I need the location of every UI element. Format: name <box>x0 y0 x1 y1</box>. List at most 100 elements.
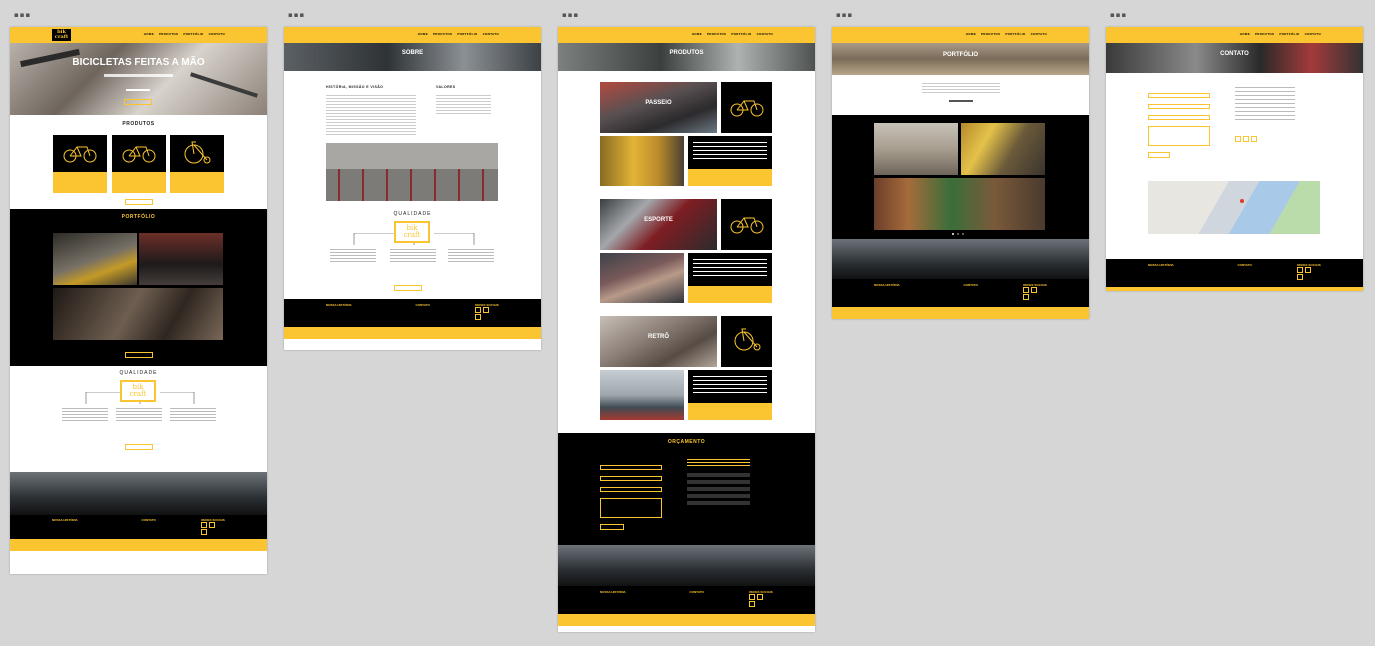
footer-col: NOSSA HISTÓRIA <box>52 518 78 522</box>
quality-button[interactable] <box>394 285 422 291</box>
form-textarea[interactable] <box>1148 126 1210 146</box>
nav-item[interactable]: PORTFÓLIO <box>457 32 477 36</box>
site-header: HOME PRODUTOS PORTFÓLIO CONTATO <box>558 27 815 43</box>
product-block: ESPORTE <box>558 188 815 305</box>
nav-item[interactable]: CONTATO <box>483 32 499 36</box>
site-footer: NOSSA HISTÓRIA CONTATO REDES SOCIAIS <box>10 515 267 539</box>
nav-item[interactable]: PRODUTOS <box>1255 32 1274 36</box>
about-photo <box>326 143 498 201</box>
portfolio-photo[interactable] <box>874 178 1045 230</box>
product-block: PASSEIO <box>558 71 815 188</box>
products-button[interactable] <box>125 199 153 205</box>
map-pin-icon[interactable] <box>1240 199 1244 203</box>
artboard-produtos[interactable]: HOME PRODUTOS PORTFÓLIO CONTATO PRODUTOS… <box>558 27 815 632</box>
nav-item[interactable]: CONTATO <box>757 32 773 36</box>
instagram-icon[interactable] <box>209 522 216 528</box>
artboard-contato[interactable]: HOME PRODUTOS PORTFÓLIO CONTATO CONTATO <box>1106 27 1363 291</box>
nav-item[interactable]: HOME <box>418 32 428 36</box>
product-card[interactable] <box>53 135 107 193</box>
facebook-icon[interactable] <box>1023 287 1030 293</box>
twitter-icon[interactable] <box>1251 136 1257 142</box>
portfolio-photo[interactable] <box>961 123 1045 175</box>
facebook-icon[interactable] <box>1297 267 1304 273</box>
portfolio-photo[interactable] <box>874 123 958 175</box>
main-nav: HOME PRODUTOS PORTFÓLIO CONTATO <box>1240 32 1321 36</box>
hero-banner: BICICLETAS FEITAS A MÃO <box>10 43 267 115</box>
nav-item[interactable]: PORTFÓLIO <box>1279 32 1299 36</box>
portfolio-button[interactable] <box>125 352 153 358</box>
nav-item[interactable]: PRODUTOS <box>707 32 726 36</box>
portfolio-gallery <box>832 115 1089 239</box>
nav-item[interactable]: PRODUTOS <box>981 32 1000 36</box>
instagram-icon[interactable] <box>1305 267 1312 273</box>
carousel-dots[interactable] <box>952 233 964 235</box>
nav-item[interactable]: CONTATO <box>1031 32 1047 36</box>
product-card[interactable] <box>112 135 166 193</box>
form-input[interactable] <box>1148 115 1210 120</box>
nav-item[interactable]: HOME <box>144 32 154 36</box>
artboard-home[interactable]: bik craft HOME PRODUTOS PORTFÓLIO CONTATO… <box>10 27 267 574</box>
portfolio-photo[interactable] <box>53 288 223 340</box>
nav-item[interactable]: HOME <box>1240 32 1250 36</box>
twitter-icon[interactable] <box>749 601 756 607</box>
portfolio-photo[interactable] <box>53 233 137 285</box>
footer-col: CONTATO <box>1237 263 1252 267</box>
section-title: QUALIDADE <box>393 211 432 217</box>
facebook-icon[interactable] <box>475 307 482 313</box>
portfolio-photo[interactable] <box>139 233 223 285</box>
nav-item[interactable]: HOME <box>966 32 976 36</box>
twitter-icon[interactable] <box>1297 274 1304 280</box>
product-photo[interactable]: PASSEIO <box>600 82 717 133</box>
facebook-icon[interactable] <box>201 522 208 528</box>
bicycle-icon <box>122 146 156 163</box>
quality-button[interactable] <box>125 444 153 450</box>
nav-item[interactable]: PORTFÓLIO <box>1005 32 1025 36</box>
instagram-icon[interactable] <box>757 594 764 600</box>
instagram-icon[interactable] <box>1243 136 1249 142</box>
penny-farthing-icon <box>734 328 761 351</box>
product-description <box>688 253 772 285</box>
footer-col: REDES SOCIAIS <box>749 590 773 610</box>
artboard-sobre[interactable]: HOME PRODUTOS PORTFÓLIO CONTATO SOBRE HI… <box>284 27 541 350</box>
nav-item[interactable]: PORTFÓLIO <box>731 32 751 36</box>
nav-item[interactable]: HOME <box>692 32 702 36</box>
instagram-icon[interactable] <box>1031 287 1038 293</box>
hero-link[interactable] <box>126 89 150 91</box>
hero-button[interactable] <box>124 99 152 105</box>
facebook-icon[interactable] <box>749 594 756 600</box>
footer-col: REDES SOCIAIS <box>201 518 225 536</box>
quote-section: ORÇAMENTO <box>558 433 815 545</box>
twitter-icon[interactable] <box>201 529 208 535</box>
form-input[interactable] <box>600 465 662 470</box>
board-label: ▪▪▪ <box>562 11 580 19</box>
twitter-icon[interactable] <box>1023 294 1030 300</box>
form-submit[interactable] <box>1148 152 1170 158</box>
facebook-icon[interactable] <box>1235 136 1241 142</box>
form-input[interactable] <box>600 476 662 481</box>
history-title: HISTÓRIA, MISSÃO E VISÃO <box>326 85 384 89</box>
form-input[interactable] <box>1148 104 1210 109</box>
instagram-icon[interactable] <box>483 307 490 313</box>
contact-section <box>1106 73 1363 267</box>
map[interactable] <box>1148 181 1320 234</box>
twitter-icon[interactable] <box>475 314 482 320</box>
footer-col: NOSSA HISTÓRIA <box>600 590 626 594</box>
site-logo[interactable]: bik craft <box>52 29 71 41</box>
footer-col: REDES SOCIAIS <box>475 303 499 323</box>
section-title: QUALIDADE <box>119 370 158 376</box>
quality-item <box>390 249 436 263</box>
form-input[interactable] <box>1148 93 1210 98</box>
artboard-portfolio[interactable]: HOME PRODUTOS PORTFÓLIO CONTATO PORTFÓLI… <box>832 27 1089 319</box>
form-submit[interactable] <box>600 524 624 530</box>
nav-item[interactable]: PRODUTOS <box>159 32 178 36</box>
nav-item[interactable]: CONTATO <box>209 32 225 36</box>
product-card[interactable] <box>170 135 224 193</box>
nav-item[interactable]: PORTFÓLIO <box>183 32 203 36</box>
nav-item[interactable]: PRODUTOS <box>433 32 452 36</box>
form-textarea[interactable] <box>600 498 662 518</box>
product-title: ESPORTE <box>644 217 673 223</box>
product-photo[interactable]: ESPORTE <box>600 199 717 250</box>
product-photo[interactable]: RETRÔ <box>600 316 717 367</box>
form-input[interactable] <box>600 487 662 492</box>
nav-item[interactable]: CONTATO <box>1305 32 1321 36</box>
